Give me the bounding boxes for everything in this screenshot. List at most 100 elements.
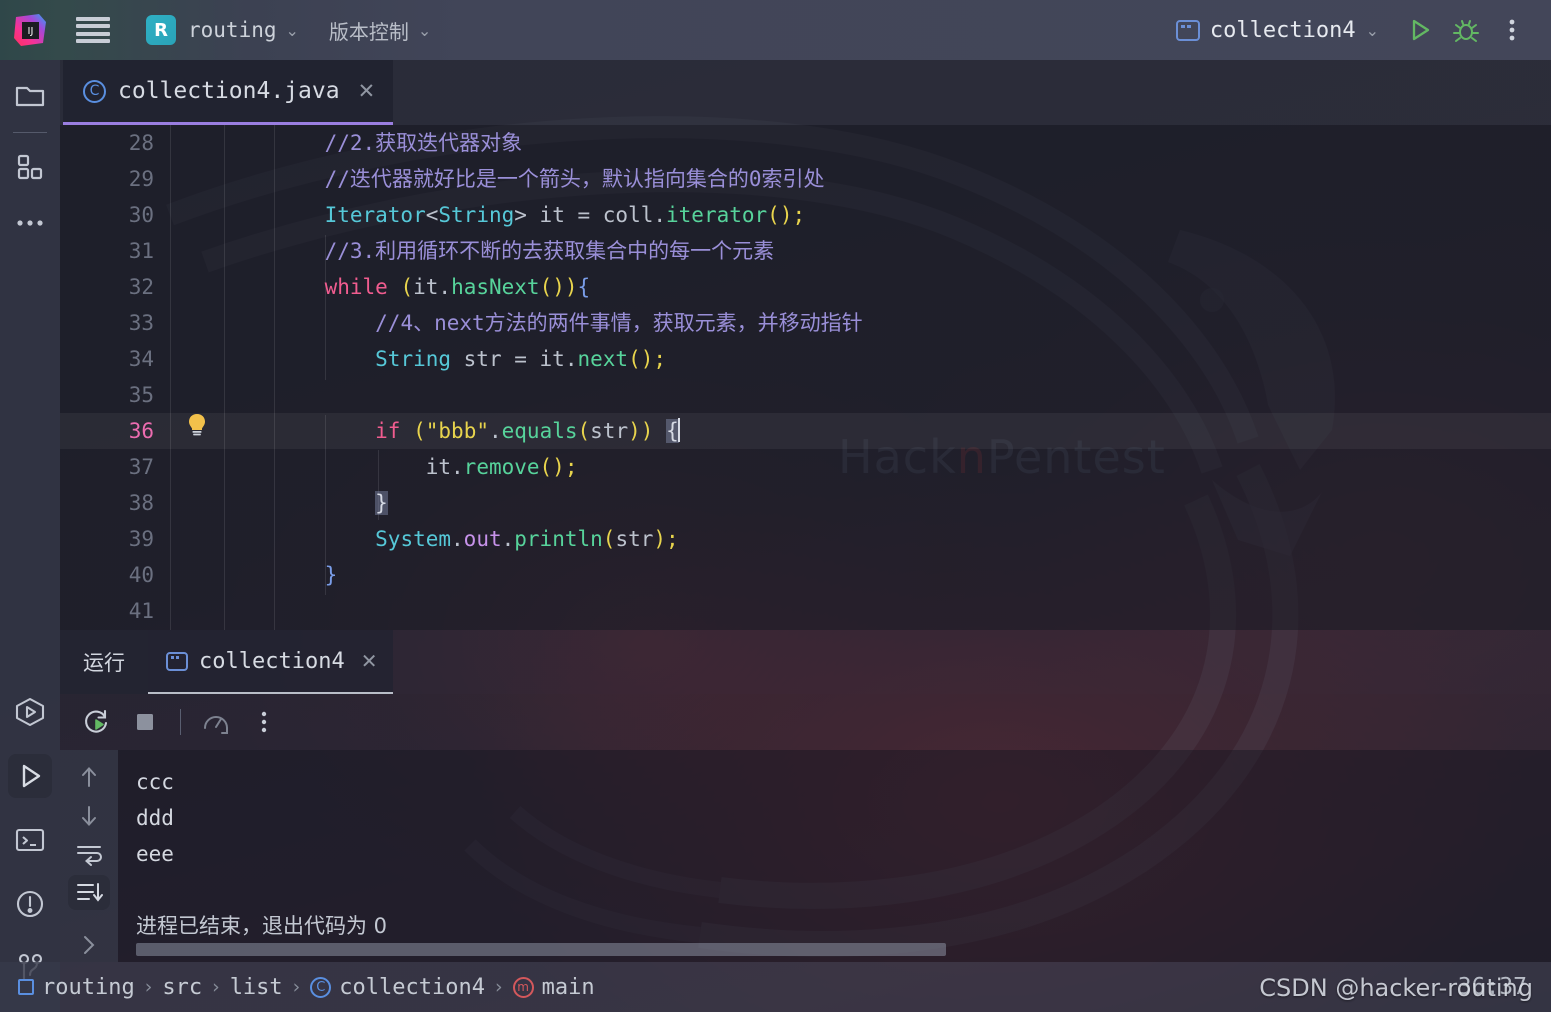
close-icon[interactable]: ✕ — [361, 649, 378, 673]
sidebar-item-project[interactable] — [8, 74, 52, 118]
code-token: . — [451, 455, 464, 479]
breadcrumb-separator: › — [144, 976, 153, 998]
breadcrumb: routing › src › list › Ccollection4 › m main — [0, 975, 595, 1000]
breadcrumb-label: collection4 — [339, 974, 485, 1000]
code-line[interactable]: 29 //迭代器就好比是一个箭头，默认指向集合的0索引处 — [60, 161, 1551, 197]
gutter-slot — [170, 449, 224, 485]
run-tab-collection4[interactable]: collection4 ✕ — [148, 630, 394, 694]
fold-gutter — [224, 125, 274, 161]
code-line[interactable]: 34 String str = it.next(); — [60, 341, 1551, 377]
code-token: . — [501, 527, 515, 551]
code-token: = — [564, 203, 603, 227]
run-button[interactable] — [1397, 8, 1443, 52]
more-vertical-icon[interactable] — [1489, 8, 1535, 52]
code-line[interactable]: 36 if ("bbb".equals(str)) { — [60, 413, 1551, 449]
breadcrumb-item-src[interactable]: src — [162, 975, 202, 1000]
breadcrumb-item-main[interactable]: m main — [512, 975, 595, 1000]
breadcrumb-separator: › — [212, 976, 220, 998]
code-text: //4、next方法的两件事情，获取元素，并移动指针 — [274, 305, 1551, 341]
editor-tab-bar: C collection4.java ✕ — [60, 60, 1551, 125]
line-number: 41 — [128, 599, 154, 623]
console-horizontal-scrollbar[interactable] — [136, 943, 946, 956]
soft-wrap-button[interactable] — [68, 837, 110, 871]
title-bar-left: IJ R routing ⌄ 版本控制 ⌄ — [0, 13, 431, 47]
line-number: 34 — [128, 347, 154, 371]
code-line[interactable]: 33 //4、next方法的两件事情，获取元素，并移动指针 — [60, 305, 1551, 341]
code-token: < — [425, 203, 439, 227]
breadcrumb-item-collection4[interactable]: Ccollection4 — [310, 975, 485, 1000]
code-line[interactable]: 41 — [60, 593, 1551, 629]
code-token: ; — [792, 203, 806, 227]
console-side-toolbar — [60, 750, 118, 962]
code-token: ; — [666, 527, 679, 551]
code-line[interactable]: 35 — [60, 377, 1551, 413]
code-token: it — [539, 203, 565, 227]
sidebar-item-run[interactable] — [8, 754, 52, 798]
breadcrumb-separator: › — [292, 976, 301, 998]
breadcrumb-label: list — [229, 974, 283, 1000]
code-line[interactable]: 32 while (it.hasNext()){ — [60, 269, 1551, 305]
more-options-button[interactable] — [243, 701, 285, 743]
run-configuration-selector[interactable]: collection4 ⌄ — [1175, 18, 1379, 43]
scroll-down-button[interactable] — [68, 798, 110, 832]
profiler-button[interactable] — [195, 701, 237, 743]
gutter-slot — [170, 161, 224, 197]
code-token: ; — [564, 455, 578, 479]
code-token: () — [539, 275, 565, 299]
scroll-up-button[interactable] — [68, 760, 110, 794]
code-token: Iterator — [324, 203, 426, 227]
console-line: 进程已结束，退出代码为 0 — [136, 914, 388, 938]
code-editor[interactable]: 28 //2.获取迭代器对象 29 //迭代器就好比是一个箭头，默认指向集合的0索… — [60, 125, 1551, 630]
gutter-slot — [170, 485, 224, 521]
breadcrumb-item-list[interactable]: list — [230, 975, 283, 1000]
code-token: String — [438, 203, 515, 227]
rerun-button[interactable] — [76, 701, 118, 743]
run-tool-window-label[interactable]: 运行 — [60, 630, 148, 694]
scroll-to-end-button[interactable] — [68, 875, 110, 910]
sidebar-item-run-anything[interactable] — [8, 690, 52, 734]
fold-gutter — [224, 485, 274, 521]
code-text: while (it.hasNext()){ — [274, 269, 1551, 305]
console-area: ccc ddd eee 进程已结束，退出代码为 0 — [60, 750, 1551, 962]
code-line[interactable]: 31 //3.利用循环不断的去获取集合中的每一个元素 — [60, 233, 1551, 269]
rail-top-group — [8, 60, 52, 245]
sidebar-item-structure[interactable] — [8, 145, 52, 189]
code-line[interactable]: 37 it.remove(); — [60, 449, 1551, 485]
code-line[interactable]: 38 } — [60, 485, 1551, 521]
code-line[interactable]: 30 Iterator<String> it = coll.iterator()… — [60, 197, 1551, 233]
project-badge[interactable]: R — [146, 15, 176, 45]
code-line[interactable]: 40 } — [60, 557, 1551, 593]
sidebar-item-more[interactable] — [8, 201, 52, 245]
code-token: ( — [602, 527, 616, 551]
expand-button[interactable] — [68, 928, 110, 962]
hamburger-menu-icon[interactable] — [76, 17, 110, 43]
console-output[interactable]: ccc ddd eee 进程已结束，退出代码为 0 — [118, 750, 1551, 962]
intention-bulb-icon[interactable] — [170, 413, 224, 449]
close-icon[interactable]: ✕ — [358, 79, 376, 103]
sidebar-item-problems[interactable] — [8, 882, 52, 926]
editor-tab-collection4[interactable]: C collection4.java ✕ — [63, 60, 394, 125]
line-number: 40 — [128, 563, 154, 587]
code-text: System.out.println(str); — [274, 521, 1551, 557]
breadcrumb-item-routing[interactable]: routing — [18, 975, 135, 1000]
csdn-watermark: CSDN @hacker-routing — [1259, 974, 1533, 1002]
debug-button[interactable] — [1443, 8, 1489, 52]
project-name-dropdown[interactable]: routing ⌄ — [188, 18, 299, 42]
code-token: = — [501, 347, 540, 371]
stop-button[interactable] — [124, 701, 166, 743]
code-line[interactable]: 28 //2.获取迭代器对象 — [60, 125, 1551, 161]
vcs-menu[interactable]: 版本控制 ⌄ — [329, 16, 431, 45]
line-number: 39 — [128, 527, 154, 551]
code-line[interactable]: 39 System.out.println(str); — [60, 521, 1551, 557]
code-token: . — [438, 275, 452, 299]
fold-gutter — [224, 197, 274, 233]
sidebar-item-terminal[interactable] — [8, 818, 52, 862]
